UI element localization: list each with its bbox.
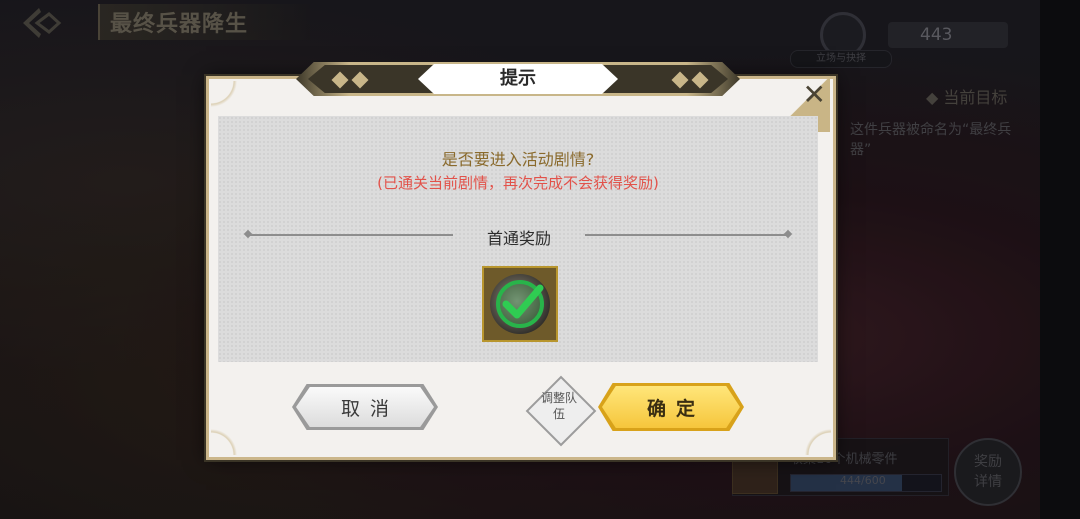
corner-ornament [211, 81, 251, 121]
reward-item[interactable] [482, 266, 558, 342]
divider-right [585, 234, 788, 236]
adjust-team-label[interactable]: 调整队伍 [536, 390, 582, 422]
first-clear-reward-label: 首通奖励 [486, 229, 551, 248]
dialog-title: 提示 [500, 68, 536, 89]
cancel-button[interactable]: 取消 [296, 387, 434, 427]
divider-left [248, 234, 453, 236]
confirm-button[interactable]: 确定 [602, 386, 740, 428]
dialog-note: (已通关当前剧情，再次完成不会获得奖励) [377, 174, 659, 192]
dialog-question: 是否要进入活动剧情? [441, 150, 595, 169]
close-icon: ✕ [802, 78, 826, 111]
claimed-check-icon [496, 280, 544, 328]
corner-ornament [211, 415, 251, 455]
corner-ornament [791, 415, 831, 455]
